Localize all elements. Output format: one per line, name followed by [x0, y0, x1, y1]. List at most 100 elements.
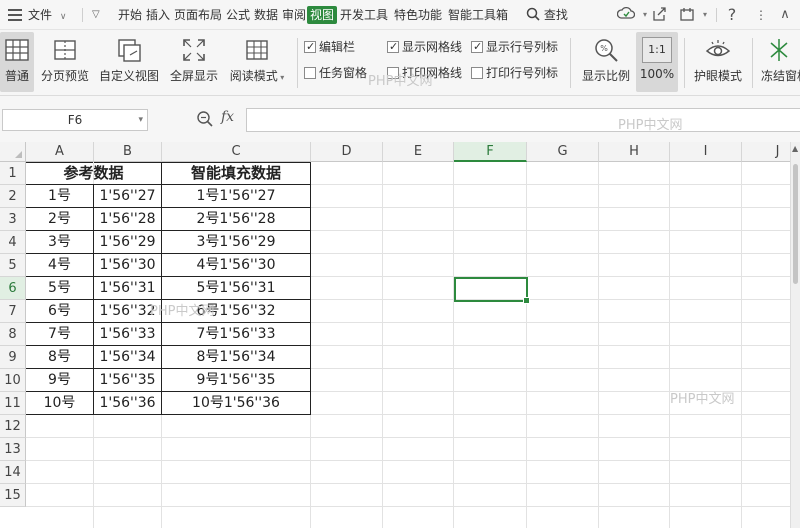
tab-special-features[interactable]: 特色功能 — [394, 6, 442, 24]
select-all-corner[interactable] — [0, 142, 26, 162]
help-icon[interactable]: ? — [723, 6, 741, 24]
page-break-preview-button[interactable]: 分页预览 — [38, 32, 92, 92]
normal-view-button[interactable]: 普通 — [0, 32, 34, 92]
table-cell[interactable]: 9号1'56''35 — [162, 369, 311, 392]
table-cell[interactable]: 3号1'56''29 — [162, 231, 311, 254]
hamburger-menu-icon[interactable] — [8, 9, 22, 21]
table-cell[interactable]: 4号 — [26, 254, 94, 277]
table-cell[interactable]: 1'56''31 — [94, 277, 162, 300]
print-headers-checkbox[interactable]: 打印行号列标 — [471, 65, 558, 81]
table-cell[interactable]: 10号 — [26, 392, 94, 415]
reading-mode-dropdown-icon[interactable]: ▾ — [278, 73, 284, 82]
more-options-icon[interactable]: ⋮ — [752, 6, 770, 24]
table-cell[interactable]: 7号1'56''33 — [162, 323, 311, 346]
table-header-cell[interactable]: 智能填充数据 — [162, 162, 311, 185]
scroll-up-icon[interactable]: ▲ — [792, 144, 798, 153]
tab-page-layout[interactable]: 页面布局 — [174, 6, 222, 24]
table-cell[interactable]: 1号 — [26, 185, 94, 208]
zoom-100-button[interactable]: 1:1 100% — [636, 32, 678, 92]
table-cell[interactable]: 7号 — [26, 323, 94, 346]
row-header-10[interactable]: 10 — [0, 369, 26, 392]
task-pane-checkbox[interactable]: 任务窗格 — [304, 65, 367, 81]
custom-view-button[interactable]: 自定义视图 — [96, 32, 162, 92]
tab-insert[interactable]: 插入 — [146, 6, 170, 24]
table-cell[interactable]: 3号 — [26, 231, 94, 254]
table-cell[interactable]: 1'56''27 — [94, 185, 162, 208]
tab-home[interactable]: 开始 — [118, 6, 142, 24]
row-header-15[interactable]: 15 — [0, 484, 26, 507]
table-cell[interactable]: 1'56''34 — [94, 346, 162, 369]
zoom-cell-icon[interactable] — [196, 110, 214, 128]
table-cell[interactable]: 1号1'56''27 — [162, 185, 311, 208]
formula-bar-checkbox[interactable]: 编辑栏 — [304, 39, 355, 55]
table-cell[interactable]: 8号1'56''34 — [162, 346, 311, 369]
tab-smart-toolbox[interactable]: 智能工具箱 — [448, 6, 508, 24]
full-screen-button[interactable]: 全屏显示 — [166, 32, 222, 92]
function-icon[interactable]: fx — [221, 109, 234, 125]
tab-review[interactable]: 审阅 — [282, 6, 306, 24]
table-cell[interactable]: 1'56''35 — [94, 369, 162, 392]
table-cell[interactable]: 4号1'56''30 — [162, 254, 311, 277]
column-header-f[interactable]: F — [454, 142, 527, 162]
row-header-4[interactable]: 4 — [0, 231, 26, 254]
quick-access-dropdown-icon[interactable]: ▽ — [92, 6, 100, 24]
name-box[interactable]: F6 ▾ — [2, 109, 148, 131]
collaborate-icon[interactable] — [678, 6, 696, 24]
collaborate-dropdown-icon[interactable]: ▾ — [696, 6, 714, 24]
tab-view[interactable]: 视图 — [307, 6, 338, 24]
row-header-7[interactable]: 7 — [0, 300, 26, 323]
collapse-ribbon-icon[interactable]: ∧ — [776, 6, 794, 24]
freeze-panes-button[interactable]: 冻结窗格 — [758, 32, 800, 92]
table-cell[interactable]: 5号 — [26, 277, 94, 300]
row-header-5[interactable]: 5 — [0, 254, 26, 277]
row-header-11[interactable]: 11 — [0, 392, 26, 415]
row-header-1[interactable]: 1 — [0, 162, 26, 185]
table-cell[interactable]: 1'56''36 — [94, 392, 162, 415]
table-cell[interactable]: 8号 — [26, 346, 94, 369]
table-cell[interactable]: 2号1'56''28 — [162, 208, 311, 231]
vertical-scrollbar[interactable]: ▲ — [790, 142, 800, 528]
tab-formulas[interactable]: 公式 — [226, 6, 250, 24]
row-header-8[interactable]: 8 — [0, 323, 26, 346]
show-gridlines-checkbox[interactable]: 显示网格线 — [387, 39, 462, 55]
cloud-sync-icon[interactable] — [616, 6, 636, 24]
table-cell[interactable]: 2号 — [26, 208, 94, 231]
show-headers-checkbox[interactable]: 显示行号列标 — [471, 39, 558, 55]
table-header-cell[interactable]: 参考数据 — [26, 162, 162, 185]
row-header-2[interactable]: 2 — [0, 185, 26, 208]
row-header-12[interactable]: 12 — [0, 415, 26, 438]
column-header-b[interactable]: B — [94, 142, 162, 162]
eye-protection-button[interactable]: 护眼模式 — [690, 32, 746, 92]
table-cell[interactable]: 1'56''28 — [94, 208, 162, 231]
column-header-e[interactable]: E — [383, 142, 454, 162]
table-cell[interactable]: 5号1'56''31 — [162, 277, 311, 300]
tab-developer[interactable]: 开发工具 — [340, 6, 388, 24]
spreadsheet-grid[interactable]: A B C D E F G H I J 1 2 3 4 5 6 7 8 9 10 11 12 13 14 15 参考数据 智能填充数… — [0, 142, 800, 528]
tab-data[interactable]: 数据 — [254, 6, 278, 24]
file-menu[interactable]: 文件 ∨ — [28, 6, 66, 24]
table-cell[interactable]: 9号 — [26, 369, 94, 392]
row-header-3[interactable]: 3 — [0, 208, 26, 231]
column-header-g[interactable]: G — [527, 142, 599, 162]
zoom-button[interactable]: % 显示比例 — [578, 32, 634, 92]
selected-cell[interactable] — [454, 277, 530, 304]
formula-input[interactable] — [246, 108, 800, 132]
share-icon[interactable] — [650, 6, 668, 24]
table-cell[interactable]: 1'56''29 — [94, 231, 162, 254]
reading-mode-button[interactable]: 阅读模式 ▾ — [226, 32, 288, 92]
chevron-down-icon[interactable]: ▾ — [138, 110, 143, 130]
table-cell[interactable]: 6号 — [26, 300, 94, 323]
scrollbar-thumb[interactable] — [793, 164, 798, 284]
row-header-6[interactable]: 6 — [0, 277, 26, 300]
row-header-14[interactable]: 14 — [0, 461, 26, 484]
column-header-c[interactable]: C — [162, 142, 311, 162]
column-header-a[interactable]: A — [26, 142, 94, 162]
column-header-d[interactable]: D — [311, 142, 383, 162]
row-header-13[interactable]: 13 — [0, 438, 26, 461]
table-cell[interactable]: 1'56''30 — [94, 254, 162, 277]
column-header-i[interactable]: I — [670, 142, 742, 162]
search-button[interactable]: 查找 — [526, 6, 568, 24]
column-header-h[interactable]: H — [599, 142, 670, 162]
row-header-9[interactable]: 9 — [0, 346, 26, 369]
table-cell[interactable]: 10号1'56''36 — [162, 392, 311, 415]
